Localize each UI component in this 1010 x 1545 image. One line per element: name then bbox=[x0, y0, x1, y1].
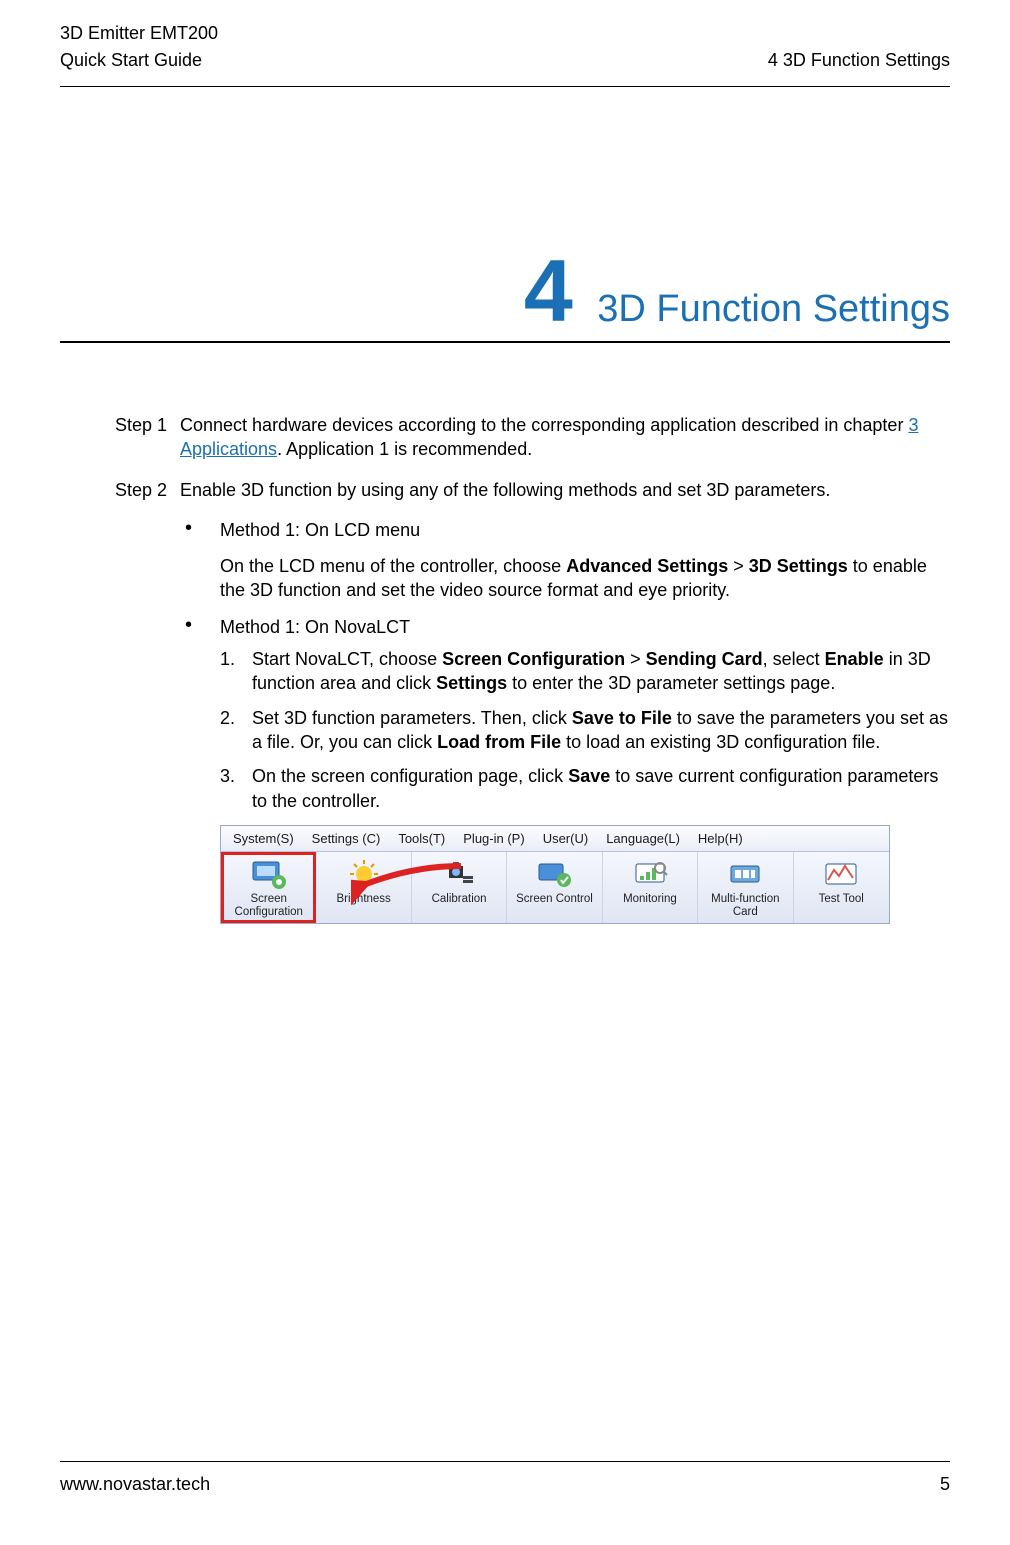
step-1-body: Connect hardware devices according to th… bbox=[180, 413, 950, 462]
step-2-body: Enable 3D function by using any of the f… bbox=[180, 478, 950, 502]
tb-multi-function-card[interactable]: Multi-function Card bbox=[698, 852, 793, 922]
step1-post: . Application 1 is recommended. bbox=[277, 439, 532, 459]
body-content: Step 1 Connect hardware devices accordin… bbox=[115, 413, 950, 924]
tb-monitoring[interactable]: Monitoring bbox=[603, 852, 698, 922]
n1-pre: Start NovaLCT, choose bbox=[252, 649, 442, 669]
n1-b2: Sending Card bbox=[646, 649, 763, 669]
tb-label: Multi-function Card bbox=[700, 893, 790, 918]
method-novalct-title: Method 1: On NovaLCT bbox=[220, 615, 950, 639]
n1-b3: Enable bbox=[825, 649, 884, 669]
doc-name: Quick Start Guide bbox=[60, 47, 218, 74]
m1-b1: Advanced Settings bbox=[566, 556, 728, 576]
monitoring-icon bbox=[630, 858, 670, 890]
n1-b1: Screen Configuration bbox=[442, 649, 625, 669]
novalct-step-1: 1. Start NovaLCT, choose Screen Configur… bbox=[220, 647, 950, 696]
step-2: Step 2 Enable 3D function by using any o… bbox=[115, 478, 950, 502]
tb-label: Test Tool bbox=[796, 893, 887, 906]
marker-3: 3. bbox=[220, 764, 235, 788]
tb-calibration[interactable]: Calibration bbox=[412, 852, 507, 922]
novalct-step-3: 3. On the screen configuration page, cli… bbox=[220, 764, 950, 813]
screen-config-icon bbox=[249, 858, 289, 890]
n3-pre: On the screen configuration page, click bbox=[252, 766, 568, 786]
tb-brightness[interactable]: Brightness bbox=[316, 852, 411, 922]
n2-b2: Load from File bbox=[437, 732, 561, 752]
method-lcd: Method 1: On LCD menu On the LCD menu of… bbox=[185, 518, 950, 603]
chapter-title: 3D Function Settings bbox=[597, 288, 950, 331]
toolbar: Screen Configuration Brightness Calibrat… bbox=[221, 852, 889, 922]
tb-label: Calibration bbox=[414, 893, 504, 906]
menu-help[interactable]: Help(H) bbox=[698, 830, 743, 848]
n2-post: to load an existing 3D configuration fil… bbox=[561, 732, 880, 752]
menu-user[interactable]: User(U) bbox=[543, 830, 589, 848]
chapter-number: 4 bbox=[524, 247, 573, 335]
tb-label: Screen Configuration bbox=[224, 893, 313, 918]
step1-pre: Connect hardware devices according to th… bbox=[180, 415, 908, 435]
tb-label: Brightness bbox=[318, 893, 408, 906]
step-1: Step 1 Connect hardware devices accordin… bbox=[115, 413, 950, 462]
tb-screen-control[interactable]: Screen Control bbox=[507, 852, 602, 922]
n1-post: to enter the 3D parameter settings page. bbox=[507, 673, 835, 693]
n3-b1: Save bbox=[568, 766, 610, 786]
step-2-label: Step 2 bbox=[115, 478, 180, 502]
novalct-step-2: 2. Set 3D function parameters. Then, cli… bbox=[220, 706, 950, 755]
menu-plugin[interactable]: Plug-in (P) bbox=[463, 830, 524, 848]
multi-card-icon bbox=[725, 858, 765, 890]
menu-settings[interactable]: Settings (C) bbox=[312, 830, 381, 848]
step-1-label: Step 1 bbox=[115, 413, 180, 462]
tb-screen-configuration[interactable]: Screen Configuration bbox=[221, 852, 316, 922]
menubar: System(S) Settings (C) Tools(T) Plug-in … bbox=[221, 826, 889, 853]
product-name: 3D Emitter EMT200 bbox=[60, 20, 218, 47]
page-header: 3D Emitter EMT200 Quick Start Guide 4 3D… bbox=[0, 0, 1010, 86]
method-novalct: Method 1: On NovaLCT 1. Start NovaLCT, c… bbox=[185, 615, 950, 813]
page-footer: www.novastar.tech 5 bbox=[60, 1461, 950, 1495]
n1-mid: , select bbox=[763, 649, 825, 669]
tb-label: Screen Control bbox=[509, 893, 599, 906]
header-left: 3D Emitter EMT200 Quick Start Guide bbox=[60, 20, 218, 74]
method-lcd-desc: On the LCD menu of the controller, choos… bbox=[220, 554, 950, 603]
n1-b4: Settings bbox=[436, 673, 507, 693]
novalct-screenshot: System(S) Settings (C) Tools(T) Plug-in … bbox=[220, 825, 890, 924]
methods-list: Method 1: On LCD menu On the LCD menu of… bbox=[185, 518, 950, 813]
n2-b1: Save to File bbox=[572, 708, 672, 728]
menu-tools[interactable]: Tools(T) bbox=[398, 830, 445, 848]
footer-url: www.novastar.tech bbox=[60, 1474, 210, 1495]
footer-rule bbox=[60, 1461, 950, 1462]
m1-pre: On the LCD menu of the controller, choos… bbox=[220, 556, 566, 576]
m1-gt: > bbox=[728, 556, 749, 576]
tb-label: Monitoring bbox=[605, 893, 695, 906]
marker-2: 2. bbox=[220, 706, 235, 730]
footer-page-number: 5 bbox=[940, 1474, 950, 1495]
calibration-icon bbox=[439, 858, 479, 890]
chapter-heading: 4 3D Function Settings bbox=[60, 247, 950, 343]
tb-test-tool[interactable]: Test Tool bbox=[794, 852, 889, 922]
marker-1: 1. bbox=[220, 647, 235, 671]
method-lcd-title: Method 1: On LCD menu bbox=[220, 518, 950, 542]
m1-b2: 3D Settings bbox=[749, 556, 848, 576]
n2-pre: Set 3D function parameters. Then, click bbox=[252, 708, 572, 728]
header-right: 4 3D Function Settings bbox=[768, 20, 950, 74]
n1-gt: > bbox=[625, 649, 646, 669]
menu-language[interactable]: Language(L) bbox=[606, 830, 680, 848]
screen-control-icon bbox=[534, 858, 574, 890]
section-name: 4 3D Function Settings bbox=[768, 47, 950, 74]
novalct-steps: 1. Start NovaLCT, choose Screen Configur… bbox=[220, 647, 950, 813]
menu-system[interactable]: System(S) bbox=[233, 830, 294, 848]
header-rule bbox=[60, 86, 950, 87]
brightness-icon bbox=[344, 858, 384, 890]
test-tool-icon bbox=[821, 858, 861, 890]
